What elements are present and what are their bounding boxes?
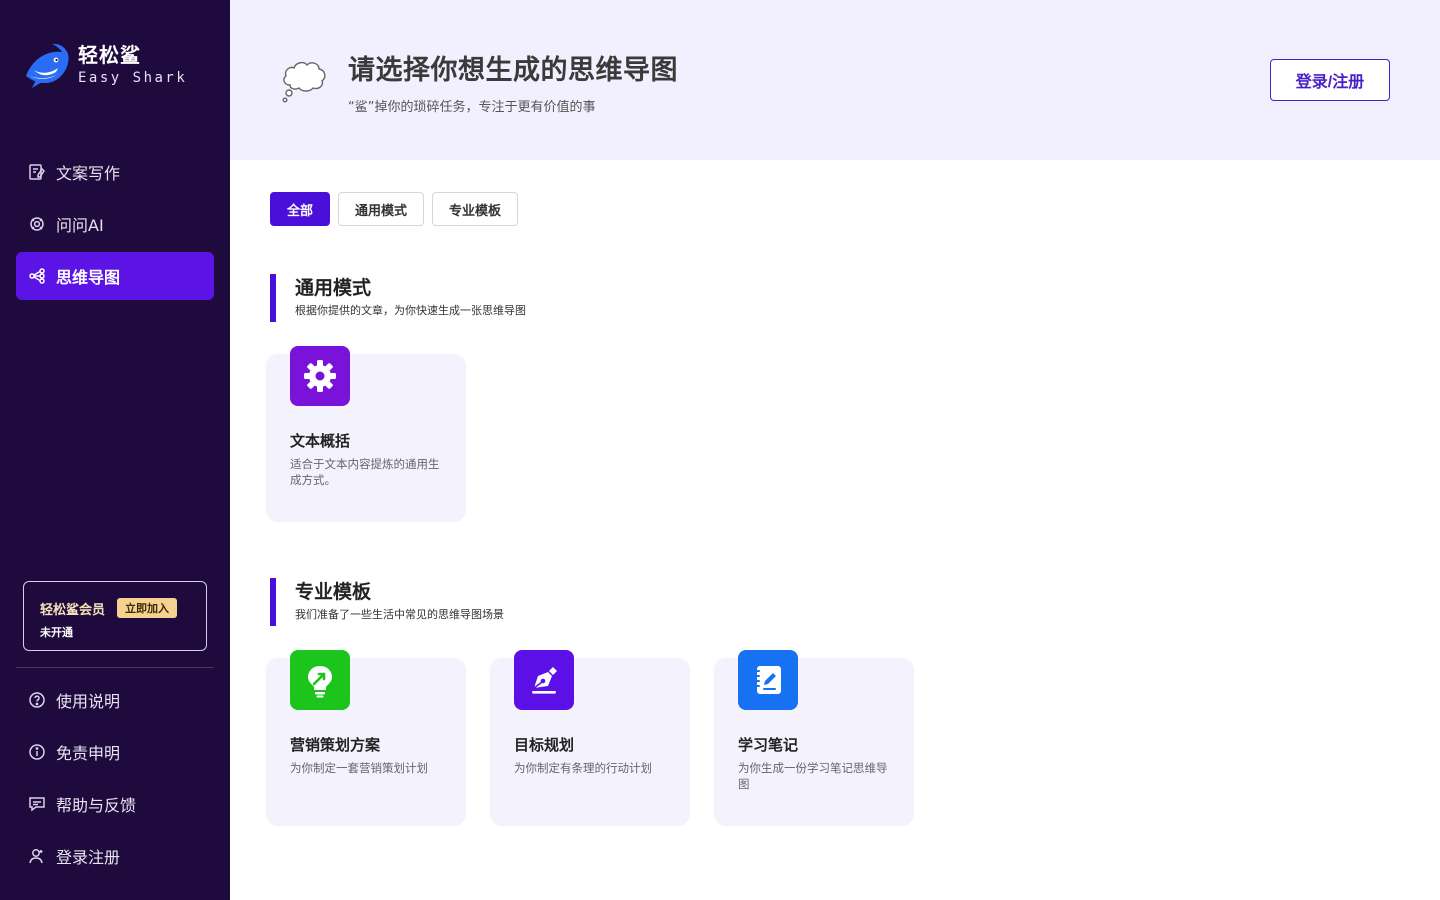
nav-label: 免责申明 [56,744,121,763]
lightbulb-icon [290,650,350,710]
brand-subtitle: Easy Shark [78,70,188,86]
card-description: 为你生成一份学习笔记思维导图 [738,761,888,791]
pen-nib-icon [514,650,574,710]
section-title: 专业模板 [295,581,372,603]
copywriting-icon [28,163,46,181]
nav-item-login-register[interactable]: 登录注册 [16,832,214,880]
main-nav: 文案写作 问问AI 思维导图 [16,148,214,304]
section-description: 根据你提供的文章，为你快速生成一张思维导图 [295,304,526,317]
card-title: 目标规划 [514,736,575,754]
nav-item-usage-guide[interactable]: 使用说明 [16,676,214,724]
feedback-icon [28,795,46,813]
template-card-goal-planning[interactable]: 目标规划 为你制定有条理的行动计划 [490,650,690,826]
notebook-icon [738,650,798,710]
card-title: 文本概括 [290,432,351,450]
tab-general-mode[interactable]: 通用模式 [338,192,425,226]
nav-item-disclaimer[interactable]: 免责申明 [16,728,214,776]
membership-title: 轻松鲨会员 [40,602,106,618]
page-title: 请选择你想生成的思维导图 [348,55,678,86]
mindmap-icon [28,267,46,285]
template-card-study-notes[interactable]: 学习笔记 为你生成一份学习笔记思维导图 [714,650,914,826]
main-content: 请选择你想生成的思维导图 “鲨”掉你的琐碎任务，专注于更有价值的事 登录/注册 … [230,0,1440,900]
membership-status: 未开通 [40,626,73,639]
section-title: 通用模式 [295,277,372,299]
sidebar-divider [16,667,214,668]
nav-label: 登录注册 [56,848,121,867]
gear-icon [290,346,350,406]
template-card-marketing-plan[interactable]: 营销策划方案 为你制定一套营销策划计划 [266,650,466,826]
card-title: 学习笔记 [738,736,799,754]
nav-label: 帮助与反馈 [56,796,137,815]
help-circle-icon [28,691,46,709]
nav-label: 使用说明 [56,692,121,711]
membership-join-button[interactable]: 立即加入 [117,598,178,618]
hero-banner: 请选择你想生成的思维导图 “鲨”掉你的琐碎任务，专注于更有价值的事 登录/注册 [230,0,1440,160]
login-register-button[interactable]: 登录/注册 [1270,59,1390,101]
info-circle-icon [28,743,46,761]
brand-name: 轻松鲨 [78,43,141,67]
card-description: 适合于文本内容提炼的通用生成方式。 [290,457,440,487]
template-card-text-summary[interactable]: 文本概括 适合于文本内容提炼的通用生成方式。 [266,346,466,522]
section-header-pro: 专业模板 我们准备了一些生活中常见的思维导图场景 [270,578,504,626]
sidebar: 轻松鲨 Easy Shark 文案写作 问问AI 思维导图 轻松鲨会员 立即加入 [0,0,230,900]
tab-pro-templates[interactable]: 专业模板 [432,192,519,226]
filter-tabs: 全部 通用模式 专业模板 [270,192,526,226]
shark-logo-icon [26,43,69,88]
nav-item-copywriting[interactable]: 文案写作 [16,148,214,196]
nav-item-mindmap[interactable]: 思维导图 [16,252,214,300]
nav-label: 思维导图 [56,268,121,287]
card-description: 为你制定一套营销策划计划 [290,761,428,775]
thought-cloud-icon [282,61,326,103]
nav-label: 问问AI [56,216,104,235]
section-description: 我们准备了一些生活中常见的思维导图场景 [295,608,504,621]
nav-item-ask-ai[interactable]: 问问AI [16,200,214,248]
brand[interactable]: 轻松鲨 Easy Shark [22,40,187,90]
bottom-nav: 使用说明 免责申明 帮助与反馈 登录注册 [16,676,214,884]
section-header-general: 通用模式 根据你提供的文章，为你快速生成一张思维导图 [270,274,526,322]
membership-card[interactable]: 轻松鲨会员 立即加入 未开通 [23,581,207,651]
ai-chat-icon [28,215,46,233]
user-icon [28,847,46,865]
nav-label: 文案写作 [56,164,121,183]
page-subtitle: “鲨”掉你的琐碎任务，专注于更有价值的事 [348,100,596,115]
tab-all[interactable]: 全部 [270,192,331,226]
card-description: 为你制定有条理的行动计划 [514,761,652,775]
nav-item-feedback[interactable]: 帮助与反馈 [16,780,214,828]
card-title: 营销策划方案 [290,736,381,754]
